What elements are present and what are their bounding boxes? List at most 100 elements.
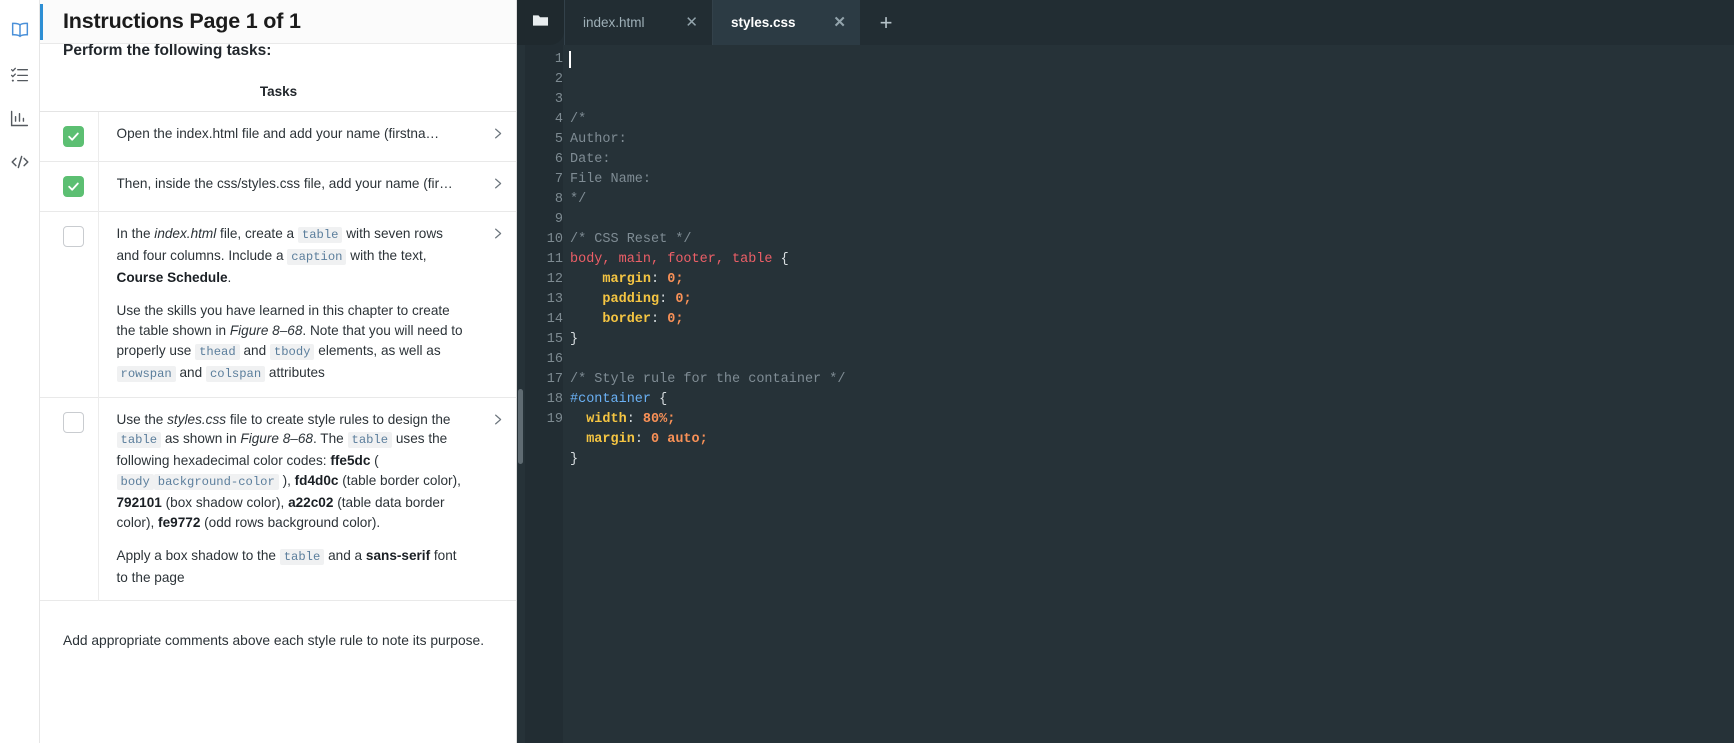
code-line: Date: <box>570 150 1734 170</box>
line-number: 17 <box>546 372 563 387</box>
tasks-table-body: Open the index.html file and add your na… <box>40 111 516 601</box>
code-token: ; <box>667 412 676 427</box>
code-token: File Name: <box>570 172 652 187</box>
code-token: Author: <box>570 132 627 147</box>
code-token: { <box>651 392 668 407</box>
close-icon[interactable]: ✕ <box>833 15 846 30</box>
t3-code-rowspan: rowspan <box>116 365 176 382</box>
sidebar-item-tasks[interactable] <box>4 58 36 90</box>
code-token: } <box>570 452 579 467</box>
task-text-cell: Use the styles.css file to create style … <box>98 397 479 600</box>
code-token: ; <box>675 312 684 327</box>
t3-d: with the text, <box>346 247 427 263</box>
tab-index-html[interactable]: index.html ✕ <box>564 0 712 45</box>
t4-hex-5: fe9772 <box>158 514 201 530</box>
sidebar-item-instructions[interactable] <box>4 14 36 46</box>
code-line: padding: 0; <box>570 290 1734 310</box>
line-number: 6 <box>554 152 563 167</box>
code-token: #container <box>570 392 652 407</box>
t4-code-bgcolor: background-color <box>153 473 279 490</box>
line-number-gutter: 1 2 3 4 5 6 7 8 9 10 11 12 13 14 15 16 17 18 19 <box>525 45 563 743</box>
code-token: width <box>570 412 627 427</box>
code-line: } <box>570 450 1734 470</box>
code-token: Date: <box>570 152 611 167</box>
code-token: } <box>570 332 579 347</box>
chevron-right-icon[interactable] <box>490 176 505 196</box>
t4-hex-3: 792101 <box>116 494 162 510</box>
t4-f: ( <box>370 453 379 469</box>
t4-c: as shown in <box>161 431 241 447</box>
t3-e: . <box>227 269 232 285</box>
task-text-3-para-1: In the index.html file, create a table w… <box>117 224 470 287</box>
t4-code-table3: table <box>279 549 325 566</box>
code-line: /* Style rule for the container */ <box>570 370 1734 390</box>
t4-g: ), <box>278 472 295 488</box>
task-checkbox-2[interactable] <box>63 176 84 197</box>
line-number: 11 <box>546 252 563 267</box>
code-line: margin: 0 auto; <box>570 430 1734 450</box>
chevron-right-icon[interactable] <box>490 226 505 246</box>
editor-scrollbar[interactable] <box>517 45 525 743</box>
chevron-right-icon[interactable] <box>490 126 505 146</box>
t4-hex-2: fd4d0c <box>294 472 339 488</box>
sidebar-item-progress[interactable] <box>4 102 36 134</box>
line-number: 12 <box>546 272 563 287</box>
code-token: ; <box>699 432 708 447</box>
sidebar-item-code[interactable] <box>4 146 36 178</box>
code-line: File Name: <box>570 170 1734 190</box>
code-token: border <box>570 312 652 327</box>
code-text[interactable]: /* Author: Date: File Name: */ /* CSS Reset … <box>563 45 1734 743</box>
code-token: 80% <box>642 412 668 427</box>
t4-hex-1: ffe5dc <box>330 453 371 469</box>
code-icon <box>9 151 31 173</box>
line-number: 2 <box>554 72 563 87</box>
task-checkbox-3[interactable] <box>63 226 84 247</box>
task-expand-cell <box>479 397 516 600</box>
t4-code-table1: table <box>116 432 162 449</box>
t4-hex-4: a22c02 <box>288 494 334 510</box>
tasks-table-head: Tasks <box>40 62 516 112</box>
close-icon[interactable]: ✕ <box>685 15 698 30</box>
task-text-cell: Then, inside the css/styles.css file, ad… <box>98 162 479 212</box>
task-checkbox-cell <box>40 211 99 398</box>
t4-code-body: body <box>116 473 154 490</box>
tab-styles-css[interactable]: styles.css ✕ <box>712 0 860 45</box>
folder-icon <box>531 11 550 35</box>
t4-h: (table border color), <box>338 472 461 488</box>
code-token: ; <box>675 272 684 287</box>
t3-file: index.html <box>154 226 217 241</box>
line-number: 13 <box>546 292 563 307</box>
code-line: border: 0; <box>570 310 1734 330</box>
line-number: 15 <box>546 332 563 347</box>
tasks-column-header: Tasks <box>40 62 516 112</box>
code-line: Author: <box>570 130 1734 150</box>
line-number: 16 <box>546 352 563 367</box>
scrollbar-thumb[interactable] <box>518 389 523 464</box>
task-text-1: Open the index.html file and add your na… <box>116 126 440 141</box>
task-checkbox-1[interactable] <box>63 126 84 147</box>
line-number: 9 <box>554 212 563 227</box>
t3-code-table: table <box>297 227 343 243</box>
chevron-right-icon[interactable] <box>490 412 505 432</box>
t3-bold: Course Schedule <box>116 269 228 285</box>
t4-d: . The <box>312 431 348 447</box>
t4-k: (odd rows background color). <box>200 514 381 530</box>
instructions-body: Perform the following tasks: Tasks Open … <box>40 44 516 743</box>
folder-button[interactable] <box>517 0 564 45</box>
line-number: 8 <box>554 192 563 207</box>
new-tab-button[interactable]: + <box>860 0 912 45</box>
t4-code-table2: table <box>347 432 393 449</box>
table-row: In the index.html file, create a table w… <box>40 211 516 398</box>
table-row: Then, inside the css/styles.css file, ad… <box>40 161 516 212</box>
t3-code-caption: caption <box>287 248 347 265</box>
t3-a: In the <box>116 226 155 241</box>
perform-tasks-label: Perform the following tasks: <box>63 44 272 59</box>
code-line: margin: 0; <box>570 270 1734 290</box>
code-token: margin <box>570 432 635 447</box>
code-editor: index.html ✕ styles.css ✕ + 1 2 3 4 5 6 7 8 9 10 1… <box>517 0 1734 743</box>
task-checkbox-4[interactable] <box>63 411 84 433</box>
t3-i: elements, as well as <box>314 342 441 358</box>
code-token: : <box>634 432 652 447</box>
line-number: 14 <box>546 312 563 327</box>
